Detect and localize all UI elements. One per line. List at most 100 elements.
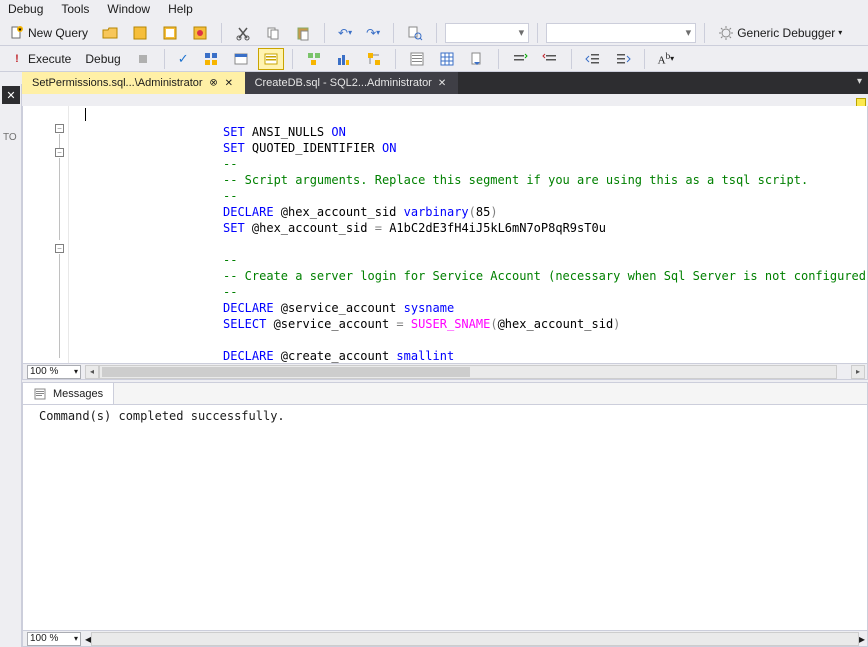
code-line: -- <box>223 188 237 204</box>
cut-button[interactable] <box>230 22 256 44</box>
chevron-down-icon: ▾ <box>686 26 692 39</box>
menu-tools[interactable]: Tools <box>61 2 89 20</box>
debugger-combo-button[interactable]: Generic Debugger ▾ <box>713 22 847 44</box>
scroll-thumb[interactable] <box>102 367 470 377</box>
code-line: SET ANSI_NULLS ON <box>223 124 346 140</box>
results-to-grid-button[interactable] <box>434 48 460 70</box>
code-line: -- <box>223 252 237 268</box>
code-line: SET QUOTED_IDENTIFIER ON <box>223 140 396 156</box>
results-to-text-button[interactable] <box>404 48 430 70</box>
solution-configs-combo[interactable]: ▾ <box>445 23 529 43</box>
close-icon[interactable]: ✕ <box>225 78 235 88</box>
tabwell-overflow-button[interactable]: ▾ <box>851 72 868 94</box>
chevron-down-icon: ▾ <box>519 26 525 39</box>
document-tabs: SetPermissions.sql...\Administrator⊕✕Cre… <box>22 72 868 94</box>
separator <box>324 23 325 43</box>
menu-help[interactable]: Help <box>168 2 193 20</box>
intellisense-button[interactable] <box>258 48 284 70</box>
toolbar-sql-editor: ! Execute Debug ✓ Ab▾ <box>0 46 868 72</box>
close-icon[interactable]: ✕ <box>438 78 448 88</box>
debug-button[interactable]: Debug <box>80 48 125 70</box>
redo-button[interactable]: ↷▾ <box>361 22 385 44</box>
mdx-query-button[interactable] <box>187 22 213 44</box>
separator <box>221 23 222 43</box>
document-tab-label: CreateDB.sql - SQL2...Administrator <box>255 77 432 89</box>
analysis-query-button[interactable] <box>157 22 183 44</box>
text-cursor <box>85 108 86 121</box>
increase-indent-button[interactable] <box>610 48 636 70</box>
messages-text: Command(s) completed successfully. <box>39 409 285 423</box>
editor-zoom-combo[interactable]: 100 % ▾ <box>27 365 81 379</box>
specify-values-button[interactable]: Ab▾ <box>653 48 680 70</box>
separator <box>498 49 499 69</box>
tabwell-filler <box>458 72 851 94</box>
document-tab[interactable]: CreateDB.sql - SQL2...Administrator ✕ <box>245 72 458 94</box>
pin-icon[interactable]: ⊕ <box>206 76 220 90</box>
query-options-button[interactable] <box>228 48 254 70</box>
messages-tab-label: Messages <box>53 388 103 400</box>
code-line: -- Create a server login for Service Acc… <box>223 268 867 284</box>
include-live-stats-button[interactable] <box>361 48 387 70</box>
execute-button[interactable]: ! Execute <box>4 48 76 70</box>
hscroll-right-button[interactable]: ▸ <box>851 365 865 379</box>
debug-label: Debug <box>85 52 120 66</box>
editor-zoom-value: 100 % <box>30 366 58 377</box>
paste-button[interactable] <box>290 22 316 44</box>
panel-close-button[interactable]: ✕ <box>2 86 20 104</box>
include-plan-button[interactable] <box>301 48 327 70</box>
messages-tab[interactable]: Messages <box>23 383 114 404</box>
find-in-files-button[interactable] <box>402 22 428 44</box>
gear-icon <box>718 25 734 41</box>
db-engine-query-button[interactable] <box>127 22 153 44</box>
menu-debug[interactable]: Debug <box>8 2 43 20</box>
messages-body[interactable]: Command(s) completed successfully. <box>23 405 867 630</box>
editor-hscroll[interactable] <box>99 365 837 379</box>
left-dock: ✕ TO <box>0 84 22 647</box>
separator <box>395 49 396 69</box>
code-line: -- Script arguments. Replace this segmen… <box>223 172 808 188</box>
sql-editor[interactable]: − − − SET ANSI_NULLS ONSET QUOTED_IDENTI… <box>22 106 868 380</box>
cancel-query-button[interactable] <box>130 48 156 70</box>
open-file-button[interactable] <box>97 22 123 44</box>
fold-line <box>59 158 60 240</box>
hscroll-left-button[interactable]: ◂ <box>85 365 99 379</box>
messages-icon <box>33 386 49 402</box>
available-db-combo[interactable]: ▾ <box>546 23 696 43</box>
uncomment-button[interactable] <box>537 48 563 70</box>
messages-hscroll[interactable] <box>91 632 859 646</box>
hscroll-right-button[interactable]: ▸ <box>859 632 865 646</box>
editor-status-bar: 100 % ▾ ◂ ▸ <box>23 363 867 379</box>
code-line: DECLARE @service_account sysname <box>223 300 454 316</box>
execute-icon: ! <box>9 51 25 67</box>
display-plan-button[interactable] <box>198 48 224 70</box>
comment-button[interactable] <box>507 48 533 70</box>
separator <box>571 49 572 69</box>
results-to-file-button[interactable] <box>464 48 490 70</box>
fold-toggle[interactable]: − <box>55 148 64 157</box>
results-tabs: Messages <box>23 383 867 405</box>
include-stats-button[interactable] <box>331 48 357 70</box>
document-tab-active[interactable]: SetPermissions.sql...\Administrator⊕✕ <box>22 72 245 94</box>
toolbar-standard: ★ New Query ↶▾ ↷▾ ▾ ▾ Generic Debugger ▾ <box>0 20 868 46</box>
chevron-down-icon: ▾ <box>74 367 78 376</box>
editor-gutter[interactable]: − − − <box>23 106 69 363</box>
fold-toggle[interactable]: − <box>55 124 64 133</box>
decrease-indent-button[interactable] <box>580 48 606 70</box>
new-query-button[interactable]: ★ New Query <box>4 22 93 44</box>
separator <box>704 23 705 43</box>
messages-status-bar: 100 % ▾ ◂ ▸ <box>23 630 867 646</box>
fold-toggle[interactable]: − <box>55 244 64 253</box>
svg-text:★: ★ <box>18 27 23 33</box>
code-line: SET @hex_account_sid = A1bC2dE3fH4iJ5kL6… <box>223 220 606 236</box>
messages-zoom-combo[interactable]: 100 % ▾ <box>27 632 81 646</box>
undo-button[interactable]: ↶▾ <box>333 22 357 44</box>
left-dock-tab[interactable]: TO <box>3 132 17 143</box>
code-line: -- <box>223 156 237 172</box>
execute-label: Execute <box>28 52 71 66</box>
parse-button[interactable]: ✓ <box>173 48 194 70</box>
editor-content[interactable]: SET ANSI_NULLS ONSET QUOTED_IDENTIFIER O… <box>69 106 867 363</box>
separator <box>292 49 293 69</box>
copy-button[interactable] <box>260 22 286 44</box>
menu-window[interactable]: Window <box>107 2 150 20</box>
code-line: SELECT @service_account = SUSER_SNAME(@h… <box>223 316 620 332</box>
